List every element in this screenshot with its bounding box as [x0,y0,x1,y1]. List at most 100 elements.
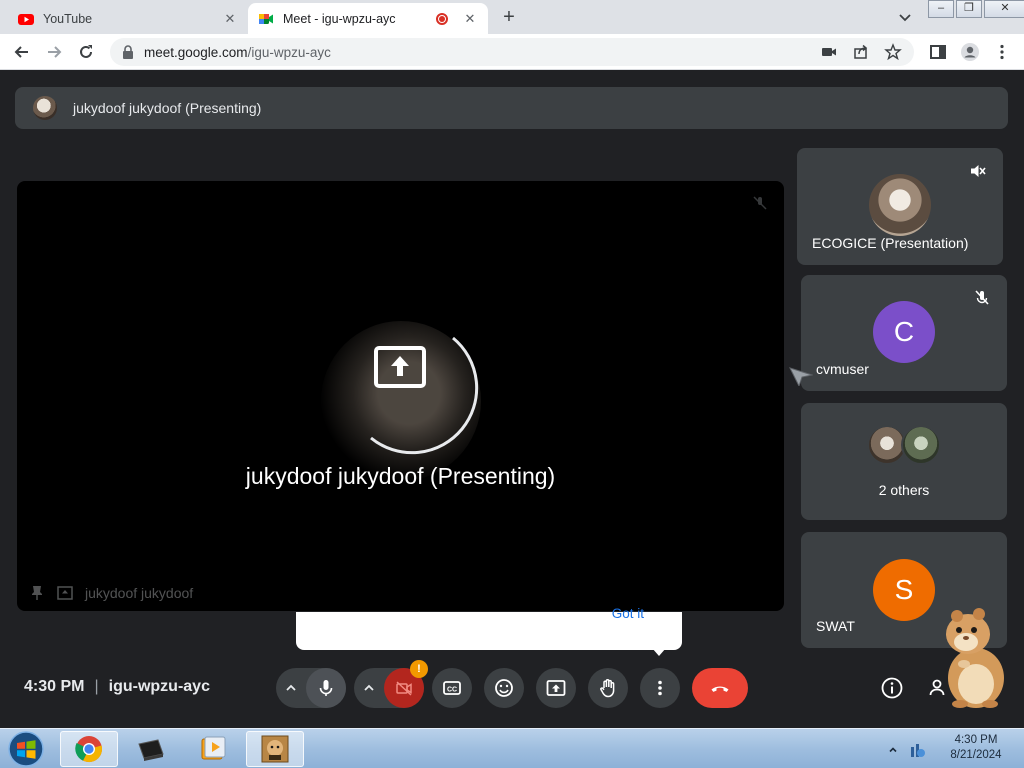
others-avatars [867,425,941,465]
close-window-button[interactable]: ✕ [984,0,1024,18]
profile-icon[interactable] [960,42,980,62]
omnibox-actions [820,43,902,61]
microphone-button[interactable] [306,668,346,708]
taskbar-hamster-app[interactable] [246,731,304,767]
tab-meet[interactable]: Meet - igu-wpzu-ayc ✕ [248,3,488,34]
avatar: C [873,301,935,363]
clock-date: 8/21/2024 [950,749,1002,761]
taskbar-clock[interactable]: 4:30 PM 8/21/2024 [940,733,1012,763]
chevron-up-icon[interactable] [362,681,376,695]
taskbar-chrome[interactable] [60,731,118,767]
side-panel-icon[interactable] [928,42,948,62]
tab-youtube[interactable]: YouTube ✕ [8,3,248,34]
participant-tile-others[interactable]: 2 others [801,403,1007,520]
close-tab-icon[interactable]: ✕ [462,11,478,27]
got-it-button[interactable]: Got it [612,606,644,621]
network-icon[interactable] [908,741,926,759]
loading-ring [370,336,479,455]
warning-badge: ! [410,660,428,678]
chevron-down-icon[interactable] [896,8,914,26]
meeting-details: 4:30 PM | igu-wpzu-ayc [24,678,210,696]
participant-tile-cvmuser[interactable]: C cvmuser [801,275,1007,391]
avatar [869,174,931,236]
tile-owner-name: jukydoof jukydoof [85,585,194,601]
avatar [901,425,941,465]
terminal-icon [138,739,164,761]
meeting-code[interactable]: igu-wpzu-ayc [109,678,210,696]
presentation-title: jukydoof jukydoof (Presenting) [73,100,262,116]
chevron-up-icon[interactable] [284,681,298,695]
mouse-cursor-icon [789,367,813,386]
menu-kebab-icon[interactable] [992,42,1012,62]
volume-off-icon[interactable] [969,162,987,180]
taskbar-terminal[interactable] [122,731,180,767]
show-hidden-icons-icon[interactable] [888,745,898,755]
present-to-all-icon [57,586,73,600]
hamster-app-icon [261,735,289,763]
microphone-icon [319,680,333,696]
recording-icon [436,12,448,25]
window-controls: – ❐ ✕ [928,0,1024,18]
reactions-button[interactable] [484,668,524,708]
back-icon[interactable] [12,42,32,62]
tip-popup: Got it [296,606,682,656]
mic-control-group [276,668,346,708]
raise-hand-icon [600,679,615,698]
tab-title: YouTube [43,11,93,26]
windows-taskbar: 4:30 PM 8/21/2024 [0,728,1024,768]
raise-hand-button[interactable] [588,668,628,708]
forward-icon[interactable] [44,42,64,62]
main-presentation-tile[interactable]: jukydoof jukydoof (Presenting) jukydoof … [17,181,784,611]
presentation-banner[interactable]: jukydoof jukydoof (Presenting) [15,87,1008,129]
tooltip-caret [652,648,666,656]
share-icon[interactable] [852,43,870,61]
participant-name: ECOGICE (Presentation) [812,235,969,251]
address-bar[interactable]: meet.google.com/igu-wpzu-ayc [110,38,914,66]
participant-name: cvmuser [816,361,869,377]
restore-button[interactable]: ❐ [956,0,982,18]
leave-call-button[interactable] [692,668,748,708]
camera-in-use-icon[interactable] [820,43,838,61]
mic-off-icon [753,196,767,210]
avatar: S [873,559,935,621]
svg-text:CC: CC [447,687,457,694]
windows-start-icon[interactable] [4,729,48,768]
reload-icon[interactable] [76,42,96,62]
new-tab-button[interactable]: + [498,6,520,28]
chrome-icon [75,736,102,763]
url-text: meet.google.com/igu-wpzu-ayc [144,44,331,60]
close-tab-icon[interactable]: ✕ [222,11,238,27]
browser-toolbar: meet.google.com/igu-wpzu-ayc [0,34,1024,70]
lock-icon[interactable] [122,45,134,59]
media-player-icon [201,736,226,760]
others-count: 2 others [878,482,930,498]
browser-tab-strip: YouTube ✕ Meet - igu-wpzu-ayc ✕ + – ❐ ✕ [0,0,1024,34]
divider: | [94,678,99,695]
mic-off-icon[interactable] [973,289,991,307]
clock-time: 4:30 PM [954,734,998,746]
presenter-avatar [33,96,57,120]
more-vert-icon [658,680,662,696]
bookmark-star-icon[interactable] [884,43,902,61]
more-options-button[interactable] [640,668,680,708]
tab-title: Meet - igu-wpzu-ayc [283,11,396,26]
minimize-button[interactable]: – [928,0,954,18]
camera-button[interactable]: ! [384,660,428,708]
taskbar-media-player[interactable] [184,731,242,767]
present-now-button[interactable] [536,668,576,708]
presenter-name: jukydoof jukydoof (Presenting) [245,463,556,489]
call-end-icon [711,686,729,692]
hamster-desktop-pet-icon[interactable] [938,602,1010,710]
participant-name: SWAT [816,618,855,634]
youtube-icon [18,13,34,25]
present-to-all-icon [374,346,426,388]
pin-icon[interactable] [29,585,45,601]
camera-control-group: ! [354,660,428,708]
participant-tile-ecogice[interactable]: ECOGICE (Presentation) [797,148,1003,265]
meeting-info-icon[interactable] [880,676,904,700]
emoji-icon [495,679,513,697]
system-tray [888,741,926,759]
present-to-all-icon [546,680,566,696]
tile-footer: jukydoof jukydoof [29,585,193,601]
captions-button[interactable]: CC [432,668,472,708]
